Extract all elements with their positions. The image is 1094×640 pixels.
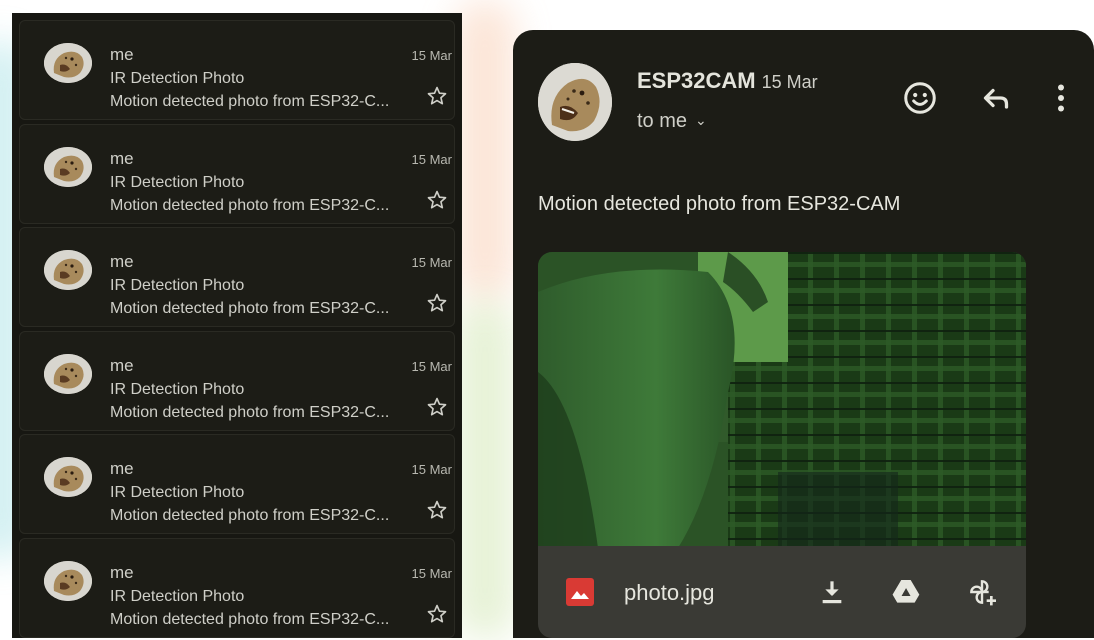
chevron-down-icon: ⌄ <box>695 112 707 128</box>
cheetah-avatar-icon <box>44 146 92 187</box>
avatar[interactable] <box>44 457 92 497</box>
message-subject: IR Detection Photo <box>110 484 245 501</box>
message-snippet: Motion detected photo from ESP32-C... <box>110 300 390 317</box>
star-icon[interactable] <box>426 396 448 418</box>
list-item[interactable]: me 15 Mar IR Detection Photo Motion dete… <box>19 20 455 120</box>
message-snippet: Motion detected photo from ESP32-C... <box>110 507 390 524</box>
emoji-icon[interactable] <box>902 80 938 116</box>
message-snippet: Motion detected photo from ESP32-C... <box>110 196 390 214</box>
cheetah-avatar-icon <box>44 457 92 497</box>
avatar[interactable] <box>44 250 92 290</box>
message-date: 15 Mar <box>411 462 452 477</box>
star-icon[interactable] <box>426 85 448 107</box>
cheetah-avatar-icon <box>538 63 612 141</box>
drive-icon[interactable] <box>890 576 922 608</box>
message-subject: IR Detection Photo <box>110 70 245 87</box>
message-snippet: Motion detected photo from ESP32-C... <box>110 403 390 421</box>
cheetah-avatar-icon <box>44 560 92 601</box>
sender-avatar[interactable] <box>538 63 612 141</box>
attachment-preview[interactable] <box>538 252 1026 548</box>
avatar[interactable] <box>44 146 92 187</box>
download-icon[interactable] <box>816 576 848 608</box>
message-subject: IR Detection Photo <box>110 380 245 398</box>
cheetah-avatar-icon <box>44 43 92 83</box>
list-item[interactable]: me 15 Mar IR Detection Photo Motion dete… <box>19 227 455 327</box>
star-icon[interactable] <box>426 189 448 211</box>
inbox-list: me 15 Mar IR Detection Photo Motion dete… <box>12 13 462 638</box>
avatar[interactable] <box>44 560 92 601</box>
sender-name: me <box>110 459 134 478</box>
cheetah-avatar-icon <box>44 353 92 394</box>
add-to-photos-icon[interactable] <box>966 576 998 608</box>
message-date: 15 Mar <box>411 565 452 581</box>
sender-name: me <box>110 562 134 582</box>
sender-name: me <box>110 45 134 64</box>
message-body: Motion detected photo from ESP32-CAM <box>538 193 901 215</box>
list-item[interactable]: me 15 Mar IR Detection Photo Motion dete… <box>19 537 455 638</box>
reply-icon[interactable] <box>978 80 1014 116</box>
sender-name: me <box>110 148 134 168</box>
message-date: 15 Mar <box>761 72 818 92</box>
message-subject: IR Detection Photo <box>110 587 245 605</box>
avatar[interactable] <box>44 43 92 83</box>
sender-line: ESP32CAM 15 Mar <box>637 68 818 94</box>
camera-photo-image <box>538 252 1026 548</box>
sender-name: me <box>110 252 134 271</box>
attachment-bar: photo.jpg <box>538 546 1026 638</box>
message-subject: IR Detection Photo <box>110 173 245 191</box>
message-date: 15 Mar <box>411 255 452 270</box>
star-icon[interactable] <box>426 292 448 314</box>
message-snippet: Motion detected photo from ESP32-C... <box>110 610 390 628</box>
star-icon[interactable] <box>426 603 448 625</box>
cheetah-avatar-icon <box>44 250 92 290</box>
list-item[interactable]: me 15 Mar IR Detection Photo Motion dete… <box>19 330 455 431</box>
message-snippet: Motion detected photo from ESP32-C... <box>110 93 390 110</box>
message-subject: IR Detection Photo <box>110 277 245 294</box>
recipient-toggle[interactable]: to me ⌄ <box>637 110 707 133</box>
attachment-file-name[interactable]: photo.jpg <box>624 580 715 606</box>
background-watermark <box>455 0 515 300</box>
image-file-icon <box>566 578 594 606</box>
message-date: 15 Mar <box>411 48 452 63</box>
sender-name: me <box>110 355 134 375</box>
message-date: 15 Mar <box>411 358 452 374</box>
message-date: 15 Mar <box>411 151 452 167</box>
recipient-label: to me <box>637 110 688 132</box>
background-watermark <box>455 300 515 640</box>
star-icon[interactable] <box>426 499 448 521</box>
message-view: ESP32CAM 15 Mar to me ⌄ Motion detected ph… <box>513 30 1094 638</box>
list-item[interactable]: me 15 Mar IR Detection Photo Motion dete… <box>19 123 455 224</box>
sender-name: ESP32CAM <box>637 68 756 93</box>
avatar[interactable] <box>44 353 92 394</box>
more-vert-icon[interactable] <box>1043 80 1079 116</box>
list-item[interactable]: me 15 Mar IR Detection Photo Motion dete… <box>19 434 455 534</box>
